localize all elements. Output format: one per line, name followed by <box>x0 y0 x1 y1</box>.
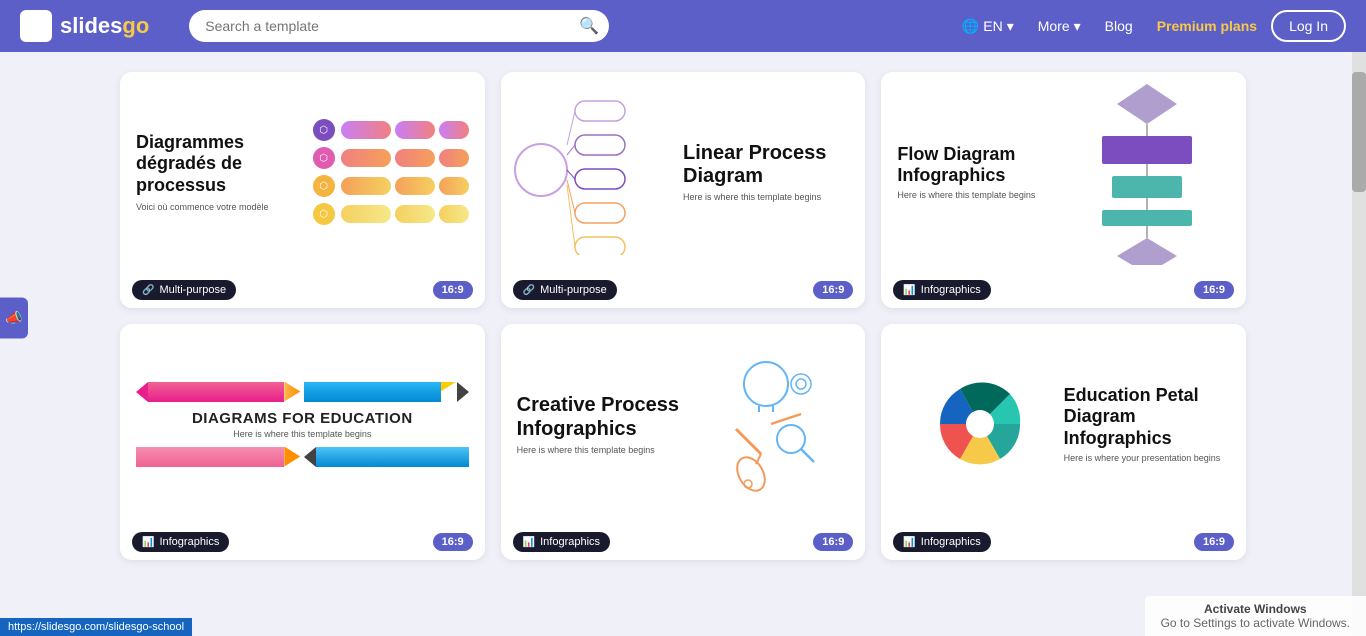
scrollbar[interactable] <box>1352 52 1366 636</box>
login-button[interactable]: Log In <box>1271 10 1346 42</box>
card-4-tag: 📊 Infographics <box>132 532 229 552</box>
card-creative-process[interactable]: Creative Process Infographics Here is wh… <box>501 324 866 560</box>
blog-button[interactable]: Blog <box>1095 12 1143 40</box>
template-grid: Diagrammesdégradés deprocessus Voici où … <box>120 72 1246 560</box>
linear-process-svg <box>513 85 633 255</box>
chart-icon: 📊 <box>903 285 915 296</box>
main-content: Diagrammesdégradés deprocessus Voici où … <box>0 52 1366 636</box>
card-5-tag: 📊 Infographics <box>513 532 610 552</box>
card-2-thumb: Linear Process Diagram Here is where thi… <box>501 72 866 272</box>
chart-icon-2: 📊 <box>142 537 154 548</box>
card-3-tag: 📊 Infographics <box>893 280 990 300</box>
chart-icon-3: 📊 <box>523 537 535 548</box>
card-4-thumb: DIAGRAMS FOR EDUCATION Here is where thi… <box>120 324 485 524</box>
card-flow-diagram[interactable]: Flow Diagram Infographics Here is where … <box>881 72 1246 308</box>
card-diagrammes-degrades[interactable]: Diagrammesdégradés deprocessus Voici où … <box>120 72 485 308</box>
card-3-ratio: 16:9 <box>1194 281 1234 299</box>
card-6-tag: 📊 Infographics <box>893 532 990 552</box>
card-5-footer: 📊 Infographics 16:9 <box>501 524 866 560</box>
card-6-ratio: 16:9 <box>1194 533 1234 551</box>
card-6-footer: 📊 Infographics 16:9 <box>881 524 1246 560</box>
card-petal-diagram[interactable]: Education Petal Diagram Infographics Her… <box>881 324 1246 560</box>
status-bar: https://slidesgo.com/slidesgo-school <box>0 618 192 636</box>
card-5-ratio: 16:9 <box>813 533 853 551</box>
search-input[interactable] <box>189 10 609 42</box>
logo-icon: 🖼 <box>20 10 52 42</box>
logo-text: slidesgo <box>60 13 149 39</box>
petal-diagram-svg <box>925 369 1035 479</box>
card-1-ratio: 16:9 <box>433 281 473 299</box>
card-2-ratio: 16:9 <box>813 281 853 299</box>
lang-button[interactable]: 🌐 EN ▾ <box>952 12 1024 41</box>
card-linear-process[interactable]: Linear Process Diagram Here is where thi… <box>501 72 866 308</box>
chart-icon-4: 📊 <box>903 537 915 548</box>
more-button[interactable]: More ▾ <box>1028 12 1091 41</box>
card-2-footer: 🔗 Multi-purpose 16:9 <box>501 272 866 308</box>
creative-icons-svg <box>706 354 826 494</box>
card-3-footer: 📊 Infographics 16:9 <box>881 272 1246 308</box>
logo[interactable]: 🖼 slidesgo <box>20 10 149 42</box>
search-button[interactable]: 🔍 <box>579 16 599 36</box>
link-icon: 🔗 <box>142 285 154 296</box>
flow-diagram-svg <box>1087 80 1207 265</box>
card-2-tag: 🔗 Multi-purpose <box>513 280 617 300</box>
card-1-tag: 🔗 Multi-purpose <box>132 280 236 300</box>
card-5-thumb: Creative Process Infographics Here is wh… <box>501 324 866 524</box>
windows-overlay: Activate Windows Go to Settings to activ… <box>1145 596 1366 636</box>
card-4-footer: 📊 Infographics 16:9 <box>120 524 485 560</box>
card-3-thumb: Flow Diagram Infographics Here is where … <box>881 72 1246 272</box>
card-1-footer: 🔗 Multi-purpose 16:9 <box>120 272 485 308</box>
card-4-ratio: 16:9 <box>433 533 473 551</box>
link-icon-2: 🔗 <box>523 285 535 296</box>
search-bar: 🔍 <box>189 10 609 42</box>
scrollbar-thumb[interactable] <box>1352 72 1366 192</box>
header: 🖼 slidesgo 🔍 🌐 EN ▾ More ▾ Blog Premium … <box>0 0 1366 52</box>
card-diagrams-education[interactable]: DIAGRAMS FOR EDUCATION Here is where thi… <box>120 324 485 560</box>
card-1-thumb: Diagrammesdégradés deprocessus Voici où … <box>120 72 485 272</box>
premium-button[interactable]: Premium plans <box>1147 12 1267 40</box>
header-nav: 🌐 EN ▾ More ▾ Blog Premium plans Log In <box>952 10 1346 42</box>
card-6-thumb: Education Petal Diagram Infographics Her… <box>881 324 1246 524</box>
feedback-button[interactable]: 📣 <box>0 298 28 339</box>
